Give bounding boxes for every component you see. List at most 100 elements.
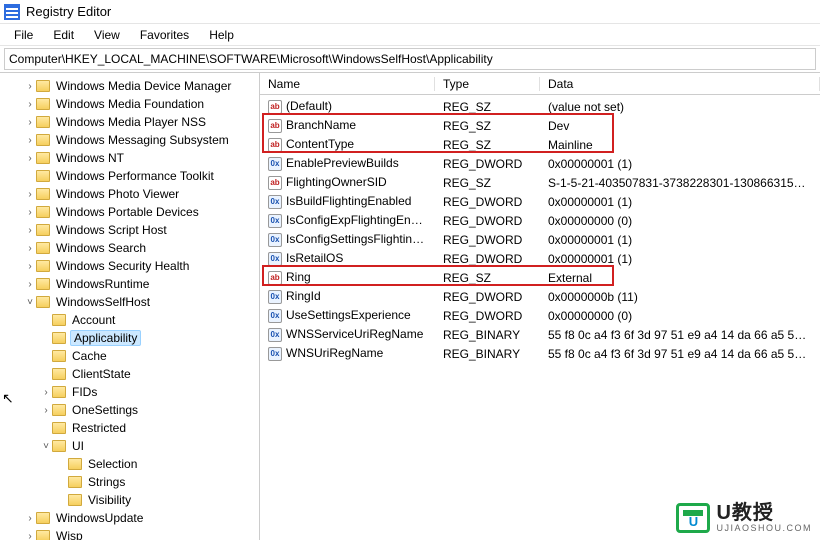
tree-item-label: Windows Photo Viewer bbox=[54, 187, 181, 201]
tree-item[interactable]: › Windows Photo Viewer bbox=[22, 185, 259, 203]
list-row[interactable]: 0xRingIdREG_DWORD0x0000000b (11) bbox=[260, 287, 820, 306]
list-row[interactable]: abContentTypeREG_SZMainline bbox=[260, 135, 820, 154]
menu-help[interactable]: Help bbox=[201, 26, 242, 44]
chevron-right-icon[interactable]: › bbox=[24, 225, 36, 236]
tree-item[interactable]: ›Windows Search bbox=[22, 239, 259, 257]
chevron-right-icon[interactable]: › bbox=[24, 279, 36, 290]
tree-item-label: Windows Portable Devices bbox=[54, 205, 201, 219]
menu-file[interactable]: File bbox=[6, 26, 41, 44]
tree-item[interactable]: Account bbox=[38, 311, 259, 329]
tree-item-label: Wisp bbox=[54, 529, 85, 540]
tree-item[interactable]: ›OneSettings bbox=[38, 401, 259, 419]
value-type: REG_DWORD bbox=[435, 233, 540, 247]
tree-item[interactable]: › FIDs bbox=[38, 383, 259, 401]
tree-item[interactable]: ›Windows Messaging Subsystem bbox=[22, 131, 259, 149]
tree-item-label: Applicability bbox=[70, 330, 141, 346]
chevron-down-icon[interactable]: ˅ bbox=[40, 441, 52, 452]
col-data[interactable]: Data bbox=[540, 77, 820, 91]
value-type: REG_DWORD bbox=[435, 252, 540, 266]
tree-item[interactable]: Applicability bbox=[38, 329, 259, 347]
folder-icon bbox=[36, 188, 50, 200]
tree-item[interactable]: Visibility bbox=[54, 491, 259, 509]
tree-item[interactable]: › Wisp bbox=[22, 527, 259, 540]
tree-item[interactable]: ›Windows Media Foundation bbox=[22, 95, 259, 113]
tree-item[interactable]: ›WindowsUpdate bbox=[22, 509, 259, 527]
list-row[interactable]: 0xEnablePreviewBuildsREG_DWORD0x00000001… bbox=[260, 154, 820, 173]
list-row[interactable]: abRingREG_SZExternal bbox=[260, 268, 820, 287]
col-name[interactable]: Name bbox=[260, 77, 435, 91]
chevron-right-icon[interactable]: › bbox=[24, 243, 36, 254]
chevron-right-icon[interactable]: › bbox=[24, 189, 36, 200]
chevron-right-icon[interactable]: › bbox=[24, 99, 36, 110]
string-value-icon: ab bbox=[268, 271, 282, 285]
menubar: File Edit View Favorites Help bbox=[0, 24, 820, 46]
binary-value-icon: 0x bbox=[268, 309, 282, 323]
col-type[interactable]: Type bbox=[435, 77, 540, 91]
chevron-right-icon[interactable]: › bbox=[24, 81, 36, 92]
value-data: S-1-5-21-403507831-3738228301-1308663155… bbox=[540, 176, 820, 190]
tree-item-label: Windows Security Health bbox=[54, 259, 191, 273]
tree-item[interactable]: ClientState bbox=[38, 365, 259, 383]
folder-icon bbox=[36, 278, 50, 290]
menu-favorites[interactable]: Favorites bbox=[132, 26, 197, 44]
tree-item[interactable]: ›Windows Script Host bbox=[22, 221, 259, 239]
tree-item-label: Cache bbox=[70, 349, 109, 363]
list-row[interactable]: abBranchNameREG_SZDev bbox=[260, 116, 820, 135]
tree-item-label: Account bbox=[70, 313, 117, 327]
tree-item[interactable]: ›WindowsRuntime bbox=[22, 275, 259, 293]
chevron-down-icon[interactable]: ˅ bbox=[24, 297, 36, 308]
binary-value-icon: 0x bbox=[268, 290, 282, 304]
folder-icon bbox=[36, 242, 50, 254]
list-row[interactable]: 0xUseSettingsExperienceREG_DWORD0x000000… bbox=[260, 306, 820, 325]
list-row[interactable]: 0xWNSServiceUriRegNameREG_BINARY55 f8 0c… bbox=[260, 325, 820, 344]
folder-icon bbox=[36, 296, 50, 308]
tree-item[interactable]: › Windows NT bbox=[22, 149, 259, 167]
tree-item-label: Windows NT bbox=[54, 151, 126, 165]
tree-item[interactable]: Cache bbox=[38, 347, 259, 365]
tree-item[interactable]: ›Windows Media Device Manager bbox=[22, 77, 259, 95]
tree-item[interactable]: › Windows Portable Devices bbox=[22, 203, 259, 221]
folder-icon bbox=[52, 422, 66, 434]
tree-item[interactable]: Selection bbox=[54, 455, 259, 473]
list-row[interactable]: 0xIsConfigExpFlightingEnabledREG_DWORD0x… bbox=[260, 211, 820, 230]
chevron-right-icon[interactable]: › bbox=[24, 153, 36, 164]
list-row[interactable]: 0xWNSUriRegNameREG_BINARY55 f8 0c a4 f3 … bbox=[260, 344, 820, 363]
list-view[interactable]: Name Type Data ab(Default)REG_SZ(value n… bbox=[260, 73, 820, 540]
tree-item[interactable]: ›Windows Media Player NSS bbox=[22, 113, 259, 131]
tree-view[interactable]: ›Windows Media Device Manager›Windows Me… bbox=[0, 73, 260, 540]
folder-icon bbox=[52, 350, 66, 362]
address-bar[interactable]: Computer\HKEY_LOCAL_MACHINE\SOFTWARE\Mic… bbox=[4, 48, 816, 70]
list-header: Name Type Data bbox=[260, 73, 820, 95]
chevron-right-icon[interactable]: › bbox=[24, 207, 36, 218]
chevron-right-icon[interactable]: › bbox=[24, 531, 36, 540]
tree-item[interactable]: ˅WindowsSelfHost bbox=[22, 293, 259, 311]
list-row[interactable]: 0xIsRetailOSREG_DWORD0x00000001 (1) bbox=[260, 249, 820, 268]
value-data: (value not set) bbox=[540, 100, 820, 114]
list-row[interactable]: 0xIsBuildFlightingEnabledREG_DWORD0x0000… bbox=[260, 192, 820, 211]
tree-item-label: Selection bbox=[86, 457, 139, 471]
folder-icon bbox=[36, 152, 50, 164]
tree-item[interactable]: Restricted bbox=[38, 419, 259, 437]
chevron-right-icon[interactable]: › bbox=[24, 513, 36, 524]
tree-item[interactable]: ˅UI bbox=[38, 437, 259, 455]
chevron-right-icon[interactable]: › bbox=[40, 405, 52, 416]
chevron-right-icon[interactable]: › bbox=[40, 387, 52, 398]
chevron-right-icon[interactable]: › bbox=[24, 135, 36, 146]
folder-icon bbox=[68, 494, 82, 506]
tree-item[interactable]: Strings bbox=[54, 473, 259, 491]
folder-icon bbox=[52, 440, 66, 452]
chevron-right-icon[interactable]: › bbox=[24, 117, 36, 128]
list-row[interactable]: 0xIsConfigSettingsFlightingE...REG_DWORD… bbox=[260, 230, 820, 249]
chevron-right-icon[interactable]: › bbox=[24, 261, 36, 272]
value-name: RingId bbox=[286, 289, 321, 303]
list-row[interactable]: abFlightingOwnerSIDREG_SZS-1-5-21-403507… bbox=[260, 173, 820, 192]
tree-item[interactable]: › Windows Security Health bbox=[22, 257, 259, 275]
menu-view[interactable]: View bbox=[86, 26, 128, 44]
tree-item[interactable]: Windows Performance Toolkit bbox=[22, 167, 259, 185]
menu-edit[interactable]: Edit bbox=[45, 26, 82, 44]
regedit-icon bbox=[4, 4, 20, 20]
value-data: 55 f8 0c a4 f3 6f 3d 97 51 e9 a4 14 da 6… bbox=[540, 347, 820, 361]
list-row[interactable]: ab(Default)REG_SZ(value not set) bbox=[260, 97, 820, 116]
tree-item-label: ClientState bbox=[70, 367, 133, 381]
tree-item-label: FIDs bbox=[70, 385, 99, 399]
